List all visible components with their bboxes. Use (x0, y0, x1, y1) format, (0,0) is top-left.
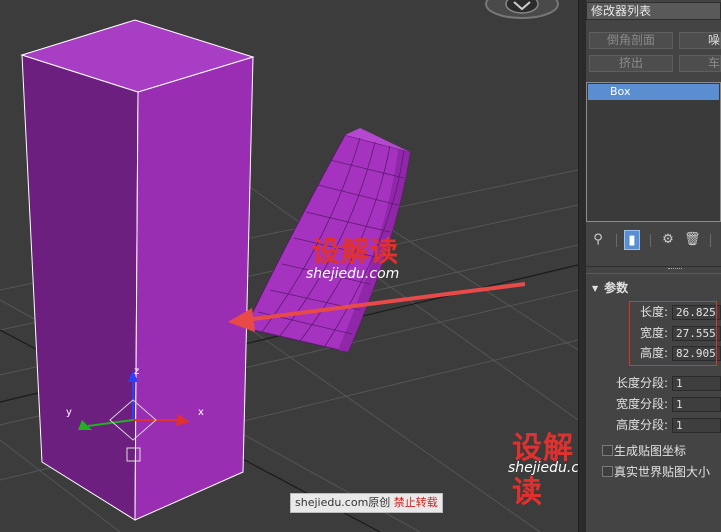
extrude-button[interactable]: 挤出 (589, 55, 673, 72)
length-row: 长度: 26.825 (586, 304, 721, 321)
generate-mapping-coords-row[interactable]: 生成贴图坐标 (586, 442, 721, 460)
width-segments-row: 宽度分段: 1 (586, 396, 721, 413)
real-world-map-size-checkbox[interactable] (602, 466, 613, 477)
length-segments-row: 长度分段: 1 (586, 375, 721, 392)
watermark-url: shejiedu.com (306, 266, 400, 282)
width-label: 宽度: (639, 326, 668, 340)
width-segments-input[interactable]: 1 (672, 397, 721, 412)
make-unique-icon[interactable]: ⚙ (660, 230, 676, 250)
noise-button[interactable]: 噪 (679, 32, 721, 49)
real-world-map-size-label: 真实世界贴图大小 (614, 465, 711, 479)
viewcube-icon[interactable] (485, 0, 559, 19)
width-segments-label: 宽度分段: (615, 397, 668, 411)
lathe-button[interactable]: 车 (679, 55, 721, 72)
modifier-list-dropdown[interactable]: 修改器列表 (586, 2, 721, 20)
generate-mapping-coords-label: 生成贴图坐标 (614, 444, 687, 458)
show-end-result-icon[interactable]: ▮ (624, 230, 640, 250)
length-segments-label: 长度分段: (615, 376, 668, 390)
viewport-scene: z x y (0, 0, 578, 532)
watermark-logo: 设解读 (312, 235, 400, 268)
box-object[interactable] (20, 19, 255, 521)
width-row: 宽度: 27.555 (586, 325, 721, 342)
height-segments-row: 高度分段: 1 (586, 417, 721, 434)
stack-item-box[interactable]: Box (588, 84, 719, 100)
height-segments-input[interactable]: 1 (672, 418, 721, 433)
width-input[interactable]: 27.555 (672, 326, 721, 341)
credit-site: shejiedu.com原创 (295, 496, 391, 509)
length-label: 长度: (639, 305, 668, 319)
modify-command-panel: 修改器列表 倒角剖面 噪 挤出 车 Box ⚲ ▮ ⚙ 🗑 ▼ 参数 长度: 26… (586, 0, 721, 532)
toolbar-separator (650, 234, 651, 247)
perspective-viewport[interactable]: z x y 设解读 shejiedu.com 设解读 shejiedu.com … (0, 0, 578, 532)
generate-mapping-coords-checkbox[interactable] (602, 445, 613, 456)
toolbar-separator (710, 234, 711, 247)
length-segments-input[interactable]: 1 (672, 376, 721, 391)
height-label: 高度: (639, 346, 668, 360)
toolbar-separator (616, 234, 617, 247)
modifier-stack-list[interactable]: Box (586, 82, 721, 222)
pin-stack-icon[interactable]: ⚲ (590, 230, 606, 250)
parameters-rollout-title[interactable]: ▼ 参数 (592, 279, 628, 296)
collapse-triangle-icon: ▼ (592, 284, 599, 293)
watermark-credit: shejiedu.com原创 禁止转载 (290, 493, 443, 513)
gizmo-x-label: x (198, 407, 204, 418)
length-input[interactable]: 26.825 (672, 305, 721, 320)
height-input[interactable]: 82.905 (672, 346, 721, 361)
gizmo-z-label: z (134, 366, 139, 377)
trash-icon[interactable]: 🗑 (684, 230, 701, 250)
chamfer-profile-button[interactable]: 倒角剖面 (589, 32, 673, 49)
watermark-url-2: shejiedu.com (508, 460, 578, 476)
gizmo-y-label: y (66, 407, 72, 418)
real-world-map-size-row[interactable]: 真实世界贴图大小 (586, 463, 721, 481)
rollout-resize-bar[interactable] (586, 266, 721, 274)
height-segments-label: 高度分段: (615, 418, 668, 432)
height-row: 高度: 82.905 (586, 345, 721, 362)
credit-notice: 禁止转载 (393, 496, 438, 509)
